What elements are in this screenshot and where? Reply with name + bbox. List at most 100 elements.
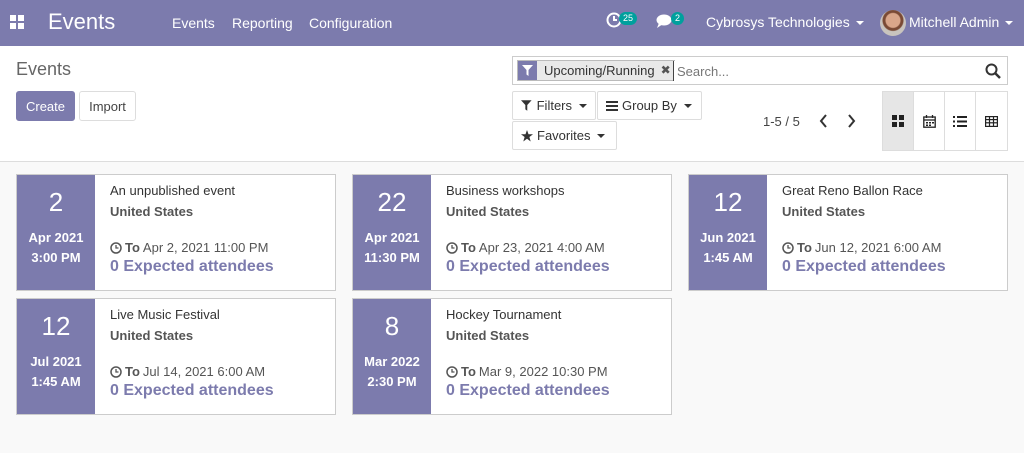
filter-icon [518,61,537,80]
pager-value[interactable]: 1-5 / 5 [763,114,800,129]
kanban-icon [892,115,904,127]
calendar-icon [922,114,936,128]
to-date: Mar 9, 2022 10:30 PM [478,364,608,379]
event-date-box: 8 Mar 2022 2:30 PM [353,299,431,414]
pivot-view-button[interactable] [976,92,1007,150]
list-view-button[interactable] [945,92,976,150]
expected-attendees: 0 Expected attendees [782,258,946,275]
chevron-down-icon [855,21,864,26]
kanban-view-button[interactable] [883,92,914,150]
top-navbar: Events Events Reporting Configuration 25… [0,0,1024,46]
event-name: Business workshops [446,183,565,198]
search-bar: Upcoming/Running ✖ [512,56,1008,85]
search-facet: Upcoming/Running ✖ [517,60,675,81]
user-name: Mitchell Admin [909,14,1000,30]
event-day: 12 [713,187,743,217]
event-location: United States [446,328,530,343]
menu-item-reporting[interactable]: Reporting [232,15,293,31]
event-location: United States [110,328,194,343]
filters-button[interactable]: Filters [512,91,596,120]
create-button[interactable]: Create [16,91,75,121]
event-time: 3:00 PM [31,250,81,265]
event-date-box: 12 Jun 2021 1:45 AM [689,175,767,290]
filters-label: Filters [536,98,572,113]
search-icon[interactable] [985,63,1001,79]
close-icon[interactable]: ✖ [659,61,674,80]
event-time: 11:30 PM [364,250,420,265]
event-time: 2:30 PM [367,374,417,389]
clock-icon [110,365,122,378]
event-month: Mar 2022 [364,354,420,369]
expected-attendees: 0 Expected attendees [110,382,274,399]
clock-icon [782,241,794,254]
chevron-down-icon [683,103,692,108]
activity-count-badge: 25 [619,12,638,25]
control-panel: Events Create Import Upcoming/Running ✖ … [0,46,1024,162]
event-day: 8 [384,311,400,341]
to-label: To [125,364,140,379]
event-name: An unpublished event [110,183,236,198]
chevron-left-icon[interactable] [816,112,832,130]
expected-attendees: 0 Expected attendees [446,258,610,275]
to-date: Jun 12, 2021 6:00 AM [814,240,942,255]
search-input[interactable] [673,61,973,81]
event-day: 12 [41,311,71,341]
event-card[interactable]: 12 Jun 2021 1:45 AM Great Reno Ballon Ra… [688,174,1008,291]
import-button[interactable]: Import [79,91,136,121]
favorites-label: Favorites [537,128,591,143]
chevron-down-icon [597,133,606,138]
apps-menu-icon[interactable] [10,15,24,29]
company-name: Cybrosys Technologies [706,14,850,30]
event-card[interactable]: 2 Apr 2021 3:00 PM An unpublished event … [16,174,336,291]
event-card[interactable]: 22 Apr 2021 11:30 PM Business workshops … [352,174,672,291]
star-icon [521,129,533,141]
event-month: Jun 2021 [700,230,756,245]
calendar-view-button[interactable] [914,92,945,150]
event-location: United States [446,204,530,219]
event-day: 2 [48,187,64,217]
menu-item-configuration[interactable]: Configuration [309,15,392,31]
user-avatar[interactable] [880,10,906,36]
to-label: To [461,240,476,255]
event-day: 22 [377,187,407,217]
event-card[interactable]: 12 Jul 2021 1:45 AM Live Music Festival … [16,298,336,415]
to-label: To [797,240,812,255]
event-end-date: To Jun 12, 2021 6:00 AM [782,240,1007,255]
to-date: Jul 14, 2021 6:00 AM [142,364,266,379]
chevron-down-icon [579,103,587,108]
to-label: To [461,364,476,379]
to-date: Apr 2, 2021 11:00 PM [142,240,269,255]
event-time: 1:45 AM [703,250,753,265]
event-end-date: To Jul 14, 2021 6:00 AM [110,364,335,379]
user-menu[interactable]: Mitchell Admin [909,14,1014,30]
pivot-icon [984,115,998,127]
list-icon [953,115,967,127]
chevron-right-icon[interactable] [843,112,859,130]
groupby-label: Group By [622,98,677,113]
event-date-box: 2 Apr 2021 3:00 PM [17,175,95,290]
breadcrumb: Events [16,59,72,79]
event-card[interactable]: 8 Mar 2022 2:30 PM Hockey Tournament Uni… [352,298,672,415]
messages-count-badge: 2 [671,12,685,25]
event-end-date: To Apr 23, 2021 4:00 AM [446,240,671,255]
bars-icon [606,100,618,111]
event-end-date: To Mar 9, 2022 10:30 PM [446,364,671,379]
menu-item-events[interactable]: Events [172,15,215,31]
event-date-box: 22 Apr 2021 11:30 PM [353,175,431,290]
favorites-button[interactable]: Favorites [512,121,617,150]
expected-attendees: 0 Expected attendees [446,382,610,399]
facet-label: Upcoming/Running [544,63,655,78]
event-name: Live Music Festival [110,307,220,322]
company-switcher[interactable]: Cybrosys Technologies [706,14,864,30]
event-location: United States [110,204,194,219]
to-date: Apr 23, 2021 4:00 AM [478,240,605,255]
app-title: Events [48,9,116,34]
event-location: United States [782,204,866,219]
chevron-down-icon [1005,21,1014,26]
event-name: Great Reno Ballon Race [782,183,923,198]
to-label: To [125,240,140,255]
event-month: Apr 2021 [28,230,84,245]
event-date-box: 12 Jul 2021 1:45 AM [17,299,95,414]
expected-attendees: 0 Expected attendees [110,258,274,275]
groupby-button[interactable]: Group By [597,91,702,120]
